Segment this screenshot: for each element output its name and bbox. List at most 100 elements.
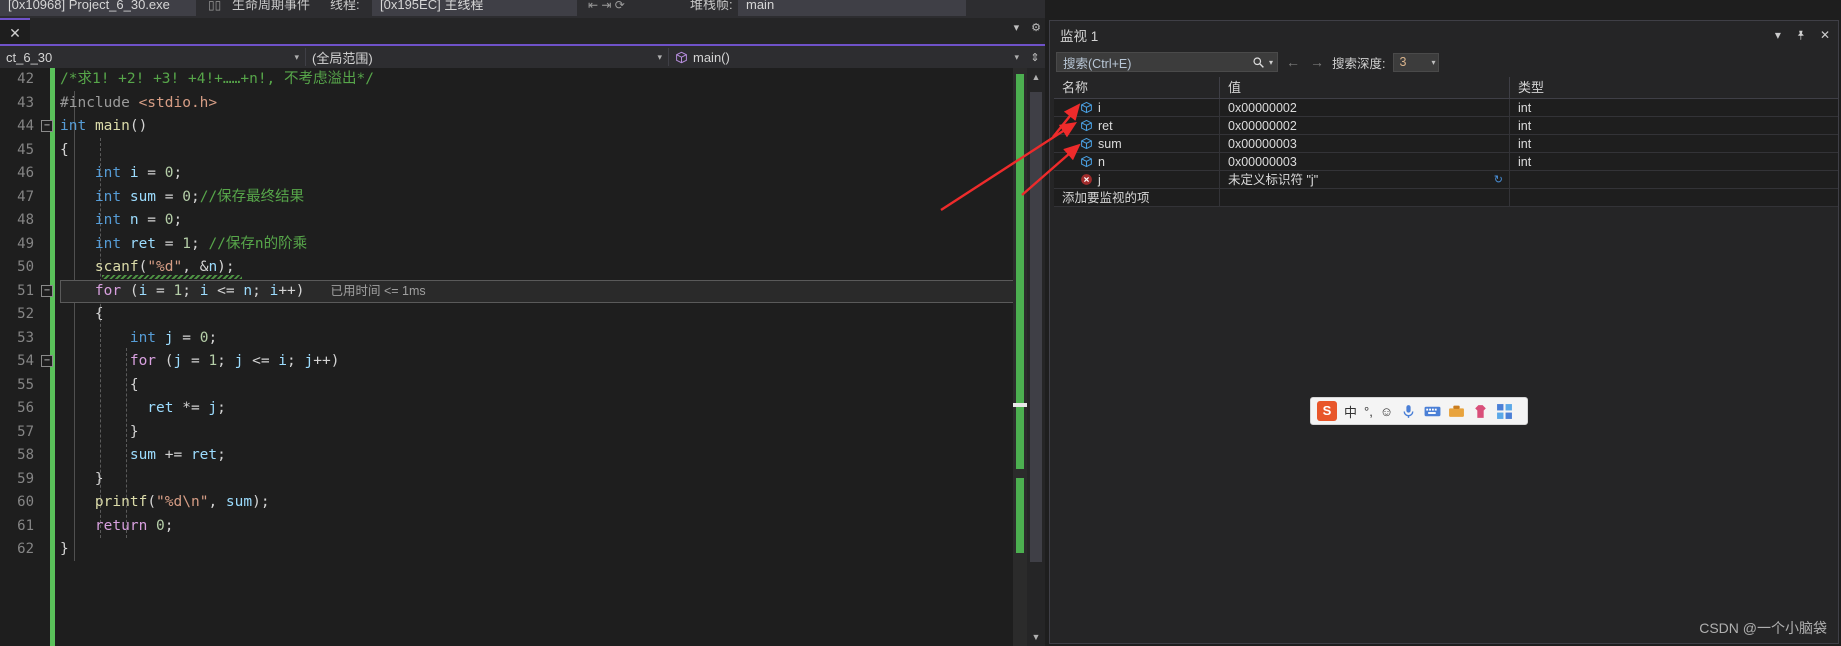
watch-add-value-cell[interactable] [1220,189,1510,206]
code-editor[interactable]: 42 43 44 45 46 47 48 49 50 51 52 53 54 55 56 57 58 59 60 61… [0,68,1045,646]
code-line[interactable]: int ret = 1; //保存n的阶乘 [60,233,1045,257]
close-icon[interactable]: ✕ [1820,28,1830,42]
code-token: 1 [173,282,183,299]
tab-list-dropdown-icon[interactable]: ▾ [1014,21,1020,34]
line-number: 51 [17,282,34,299]
global-scope-combo[interactable]: (全局范围) ▾ [306,45,668,69]
column-header-type[interactable]: 类型 [1510,77,1608,98]
watch-search-box[interactable]: 搜索(Ctrl+E) ▾ [1056,52,1278,72]
table-row[interactable]: sum 0x00000003 int [1054,135,1838,153]
code-line[interactable]: − for (j = 1; j <= i; j++) [41,350,1045,374]
skin-icon[interactable] [1472,403,1489,420]
code-line[interactable]: } [60,468,1045,492]
watch-add-placeholder[interactable]: 添加要监视的项 [1054,189,1220,206]
watch-name-cell[interactable]: j [1054,171,1220,188]
apps-icon[interactable] [1496,403,1513,420]
code-line[interactable]: ret *= j; [60,397,1045,421]
code-line[interactable]: int sum = 0;//保存最终结果 [60,186,1045,210]
scroll-up-arrow[interactable]: ▲ [1027,68,1045,86]
editor-vertical-scrollbar[interactable]: ▲ ▼ [1027,68,1045,646]
ime-toolbar[interactable]: S 中 °, ☺ [1310,397,1528,425]
collapse-toggle-icon[interactable]: − [41,120,53,132]
watch-value-cell[interactable]: 0x00000003 [1220,135,1510,152]
cube-icon [676,51,687,63]
collapse-toggle-icon[interactable]: − [41,355,53,367]
watch-value-cell[interactable]: 未定义标识符 "j" ↻ [1220,171,1510,188]
watch-variable-name: i [1098,100,1101,115]
code-line[interactable]: { [60,139,1045,163]
watch-name-cell[interactable]: ret [1054,117,1220,134]
search-next-button[interactable]: → [1310,54,1324,70]
refresh-icon[interactable]: ↻ [1494,171,1503,188]
code-line[interactable]: printf("%d\n", sum); [60,491,1045,515]
split-window-icon[interactable]: ⇕ [1025,51,1045,64]
code-token: ( [138,259,148,275]
mic-icon[interactable] [1400,403,1417,420]
code-line[interactable]: { [60,374,1045,398]
lifecycle-events-icon[interactable]: ▯▯ [208,0,221,13]
chevron-down-icon[interactable]: ▾ [1775,28,1781,42]
code-token: ; [173,212,183,228]
code-token: ++) [313,353,340,369]
stackframe-selector[interactable]: main [738,0,966,16]
code-token: ( [121,282,139,299]
thread-selector[interactable]: [0x195EC] 主线程 [372,0,577,16]
project-scope-combo[interactable]: ct_6_30 ▾ [0,45,305,69]
stackframe-icons[interactable]: ⇤ ⇥ ⟳ [588,0,625,13]
table-row[interactable]: n 0x00000003 int [1054,153,1838,171]
pin-icon[interactable] [1795,30,1806,41]
magnifier-icon[interactable] [1252,56,1265,69]
watch-name-cell[interactable]: sum [1054,135,1220,152]
watch-type-cell: int [1510,117,1608,134]
overview-margin[interactable] [1013,68,1027,646]
toolbox-icon[interactable] [1448,403,1465,420]
watch-value-cell[interactable]: 0x00000002 [1220,99,1510,116]
tab-settings-gear-icon[interactable]: ⚙ [1031,21,1041,34]
watch-variable-type: int [1518,119,1532,133]
watch-value-cell[interactable]: 0x00000002 [1220,117,1510,134]
sogou-logo-icon[interactable]: S [1317,401,1337,421]
ime-language-mode[interactable]: 中 [1344,402,1357,421]
ime-punctuation-mode[interactable]: °, [1364,404,1373,419]
code-line[interactable]: } [60,538,1045,562]
ime-emoji-icon[interactable]: ☺ [1380,404,1393,419]
search-prev-button[interactable]: ← [1286,54,1300,70]
code-line[interactable]: /*求1! +2! +3! +4!+……+n!, 不考虑溢出*/ [60,68,1045,92]
column-header-name[interactable]: 名称 [1054,77,1220,98]
code-line[interactable]: int i = 0; [60,162,1045,186]
code-line[interactable]: #include <stdio.h> [60,92,1045,116]
code-token: , [208,494,226,510]
function-name: main() [693,49,730,65]
table-row[interactable]: i 0x00000002 int [1054,99,1838,117]
collapse-toggle-icon[interactable]: − [41,284,53,297]
watch-name-cell[interactable]: n [1054,153,1220,170]
function-scope-combo[interactable]: main() ▾ [669,45,1025,69]
scrollbar-thumb[interactable] [1030,92,1042,562]
watch-value-cell[interactable]: 0x00000003 [1220,153,1510,170]
code-token: = [182,353,209,369]
watch-add-item-row[interactable]: 添加要监视的项 [1054,189,1838,207]
column-header-value[interactable]: 值 [1220,77,1510,98]
watch-name-cell[interactable]: i [1054,99,1220,116]
tab-close-button[interactable]: ✕ [0,18,30,44]
table-row[interactable]: j 未定义标识符 "j" ↻ [1054,171,1838,189]
chevron-down-icon: ▾ [657,51,662,62]
search-depth-combo[interactable]: 3 ▾ [1393,52,1440,72]
code-line[interactable]: sum += ret; [60,444,1045,468]
keyboard-icon[interactable] [1424,403,1441,420]
code-line[interactable]: − for (i = 1; i <= n; i++) 已用时间 <= 1ms [41,279,1045,303]
code-line[interactable]: int n = 0; [60,209,1045,233]
code-line[interactable]: return 0; [60,515,1045,539]
code-line[interactable]: { [60,303,1045,327]
process-selector[interactable]: [0x10968] Project_6_30.exe [0,0,196,16]
code-line[interactable]: int j = 0; [60,327,1045,351]
table-row[interactable]: ret 0x00000002 int [1054,117,1838,135]
code-line[interactable]: } [60,421,1045,445]
code-line[interactable]: − int main() [41,115,1045,139]
code-token: int [60,188,122,205]
code-text-area[interactable]: /*求1! +2! +3! +4!+……+n!, 不考虑溢出*/ #include… [41,68,1045,646]
code-token: printf [60,494,148,510]
scroll-down-arrow[interactable]: ▼ [1027,628,1045,646]
code-line[interactable]: scanf("%d", &n); [60,256,1045,280]
search-options-caret-icon[interactable]: ▾ [1269,58,1273,67]
